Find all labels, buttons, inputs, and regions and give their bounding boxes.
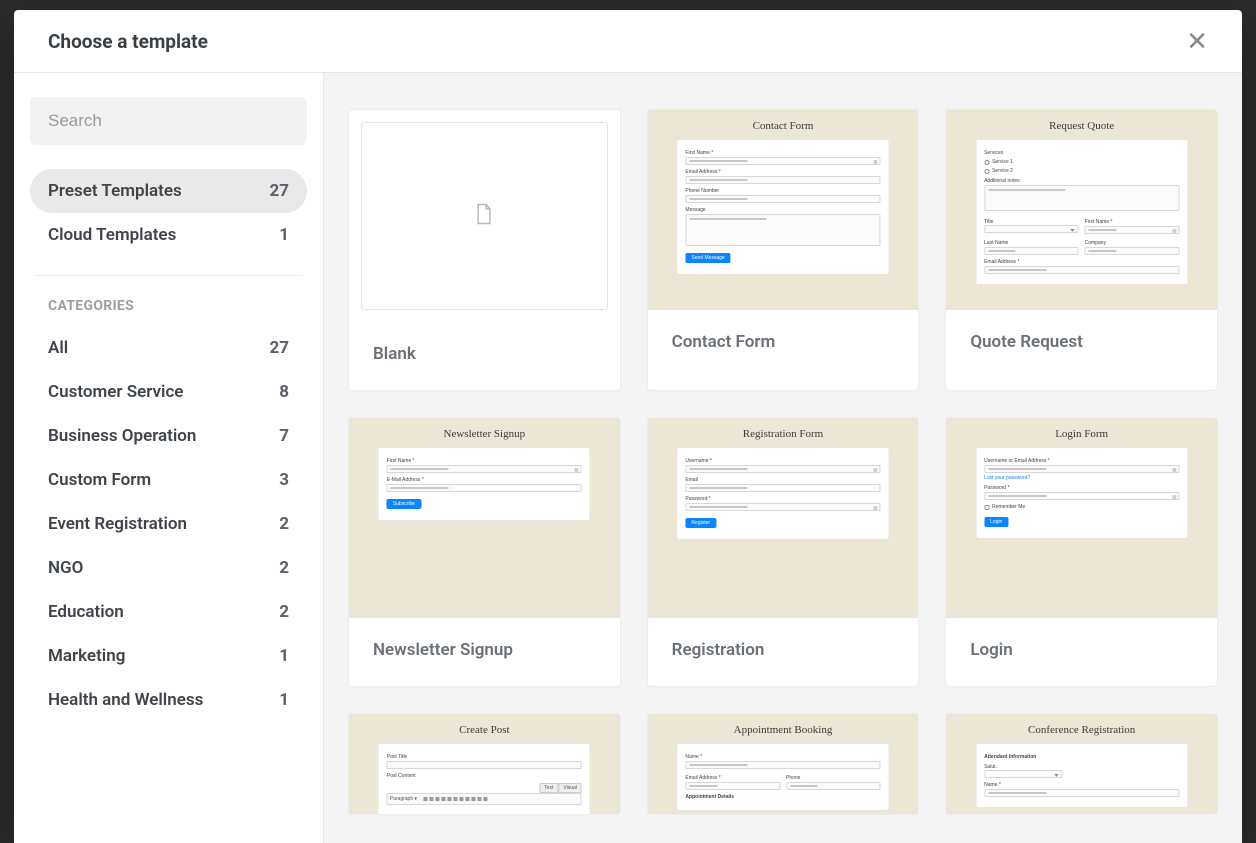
category-label: Custom Form	[48, 470, 151, 490]
divider	[34, 275, 303, 276]
type-preset-templates[interactable]: Preset Templates 27	[30, 169, 307, 213]
category-label: Health and Wellness	[48, 690, 203, 710]
category-label: NGO	[48, 558, 83, 578]
modal-title: Choose a template	[48, 30, 208, 53]
template-card-label: Registration	[648, 618, 919, 686]
blank-file-icon	[475, 203, 493, 229]
template-picker-modal: Choose a template ✕ Preset Templates 27 …	[14, 10, 1242, 843]
template-card-label: Contact Form	[648, 310, 919, 378]
modal-header: Choose a template ✕	[14, 10, 1242, 73]
template-type-list: Preset Templates 27 Cloud Templates 1	[30, 169, 307, 257]
template-card-newsletter-signup[interactable]: Newsletter Signup First Name * E-Mail Ad…	[348, 417, 621, 687]
template-card-registration[interactable]: Registration Form Username * Email Passw…	[647, 417, 920, 687]
template-card-blank[interactable]: Blank	[348, 109, 621, 391]
category-count: 7	[279, 426, 289, 446]
category-marketing[interactable]: Marketing 1	[30, 634, 307, 678]
category-label: Education	[48, 602, 124, 622]
template-thumbnail: Appointment Booking Name * Email Address…	[648, 714, 919, 814]
preview-title: Newsletter Signup	[379, 428, 590, 440]
template-thumbnail: Contact Form First Name * Email Address …	[648, 110, 919, 310]
template-grid-container[interactable]: Blank Contact Form First Name * Email Ad…	[324, 73, 1242, 843]
category-count: 2	[279, 514, 289, 534]
search-input[interactable]	[30, 97, 307, 145]
template-thumbnail: Create Post Post Title Post Content Visu…	[349, 714, 620, 814]
close-button[interactable]: ✕	[1182, 28, 1212, 54]
category-customer-service[interactable]: Customer Service 8	[30, 370, 307, 414]
type-count: 27	[269, 181, 289, 201]
template-card-label: Login	[946, 618, 1217, 686]
preview-title: Create Post	[379, 724, 590, 736]
preview-title: Contact Form	[677, 120, 888, 132]
category-label: Business Operation	[48, 426, 196, 446]
template-card-label: Newsletter Signup	[349, 618, 620, 686]
template-card-contact-form[interactable]: Contact Form First Name * Email Address …	[647, 109, 920, 391]
type-label: Preset Templates	[48, 181, 182, 201]
template-card-login[interactable]: Login Form Username or Email Address * L…	[945, 417, 1218, 687]
template-card-quote-request[interactable]: Request Quote Services Service 1 Service…	[945, 109, 1218, 391]
template-card-appointment-booking[interactable]: Appointment Booking Name * Email Address…	[647, 713, 920, 815]
modal-body: Preset Templates 27 Cloud Templates 1 CA…	[14, 73, 1242, 843]
template-card-label: Blank	[349, 322, 620, 390]
category-count: 1	[279, 646, 289, 666]
type-count: 1	[279, 225, 289, 245]
category-count: 1	[279, 690, 289, 710]
category-count: 3	[279, 470, 289, 490]
category-education[interactable]: Education 2	[30, 590, 307, 634]
category-count: 8	[279, 382, 289, 402]
preview-title: Login Form	[976, 428, 1187, 440]
template-thumbnail: Registration Form Username * Email Passw…	[648, 418, 919, 618]
template-thumbnail: Login Form Username or Email Address * L…	[946, 418, 1217, 618]
sidebar: Preset Templates 27 Cloud Templates 1 CA…	[14, 73, 324, 843]
category-count: 27	[269, 338, 289, 358]
category-label: Marketing	[48, 646, 125, 666]
category-event-registration[interactable]: Event Registration 2	[30, 502, 307, 546]
category-label: Customer Service	[48, 382, 183, 402]
template-grid: Blank Contact Form First Name * Email Ad…	[348, 109, 1218, 815]
category-custom-form[interactable]: Custom Form 3	[30, 458, 307, 502]
preview-title: Registration Form	[677, 428, 888, 440]
category-ngo[interactable]: NGO 2	[30, 546, 307, 590]
close-icon: ✕	[1186, 26, 1208, 56]
category-count: 2	[279, 602, 289, 622]
template-card-label: Quote Request	[946, 310, 1217, 378]
categories-heading: CATEGORIES	[30, 294, 307, 326]
preview-title: Request Quote	[976, 120, 1187, 132]
template-thumbnail: Conference Registration Attendant Inform…	[946, 714, 1217, 814]
preview-title: Conference Registration	[976, 724, 1187, 736]
type-label: Cloud Templates	[48, 225, 176, 245]
template-card-conference-registration[interactable]: Conference Registration Attendant Inform…	[945, 713, 1218, 815]
category-health-and-wellness[interactable]: Health and Wellness 1	[30, 678, 307, 722]
category-count: 2	[279, 558, 289, 578]
template-card-create-post[interactable]: Create Post Post Title Post Content Visu…	[348, 713, 621, 815]
category-all[interactable]: All 27	[30, 326, 307, 370]
category-list: All 27 Customer Service 8 Business Opera…	[30, 326, 307, 722]
category-label: Event Registration	[48, 514, 187, 534]
template-thumbnail: Newsletter Signup First Name * E-Mail Ad…	[349, 418, 620, 618]
category-label: All	[48, 338, 68, 358]
type-cloud-templates[interactable]: Cloud Templates 1	[30, 213, 307, 257]
category-business-operation[interactable]: Business Operation 7	[30, 414, 307, 458]
template-thumbnail: Request Quote Services Service 1 Service…	[946, 110, 1217, 310]
preview-title: Appointment Booking	[677, 724, 888, 736]
template-thumbnail	[361, 122, 608, 310]
